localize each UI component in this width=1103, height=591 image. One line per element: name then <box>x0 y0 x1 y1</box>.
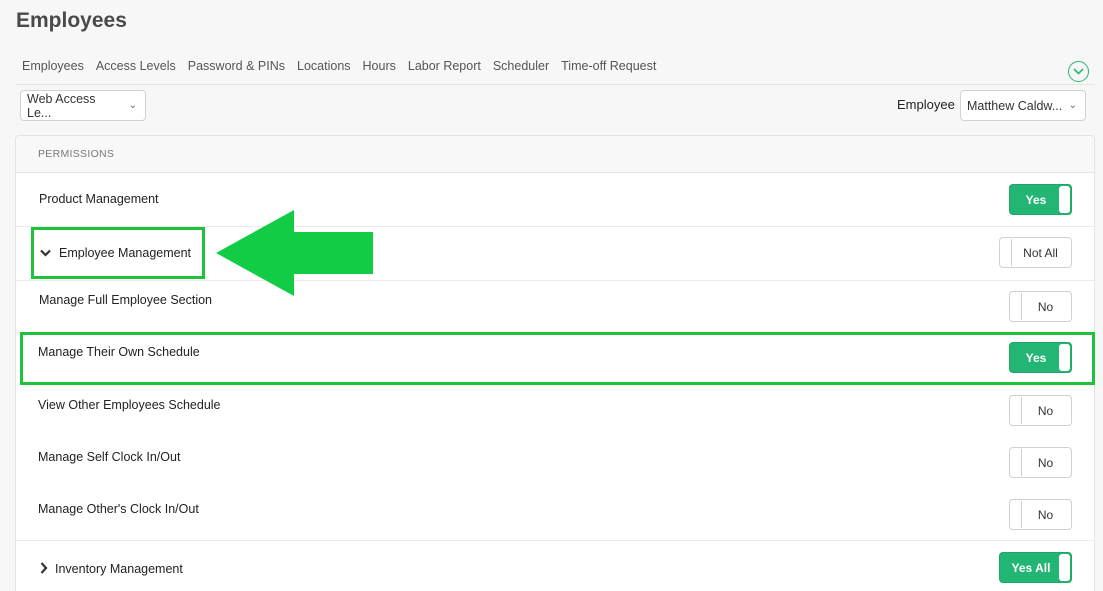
permission-row-manage-others-clock: Manage Other's Clock In/Out No <box>16 489 1094 541</box>
toggle-text: No <box>1037 404 1054 418</box>
tabs-divider <box>16 84 1095 85</box>
tab-access-levels[interactable]: Access Levels <box>96 59 176 73</box>
permissions-header: PERMISSIONS <box>16 136 1094 173</box>
permission-label: View Other Employees Schedule <box>38 398 221 412</box>
access-level-select[interactable]: Web Access Le... ⌄ <box>20 90 146 121</box>
manage-full-employee-section-toggle[interactable]: No <box>1009 291 1072 322</box>
permission-row-manage-full-employee-section: Manage Full Employee Section No <box>16 281 1094 333</box>
toggle-text: Yes All <box>1011 561 1051 575</box>
chevron-right-icon <box>40 562 48 574</box>
own-schedule-highlight <box>20 332 1095 385</box>
view-other-employees-schedule-toggle[interactable]: No <box>1009 395 1072 426</box>
permission-label: Manage Full Employee Section <box>39 293 213 307</box>
arrow-left-icon <box>216 210 373 296</box>
toggle-text: Yes <box>1025 193 1047 207</box>
tab-employees[interactable]: Employees <box>22 59 84 73</box>
employee-select[interactable]: Matthew Caldw... ⌄ <box>960 90 1086 121</box>
toggle-knob <box>1059 186 1070 213</box>
tab-scheduler[interactable]: Scheduler <box>493 59 549 73</box>
employee-management-highlight <box>31 227 205 279</box>
toggle-text: Not All <box>1023 246 1058 260</box>
toggle-text: No <box>1037 508 1054 522</box>
permission-row-view-other-employees-schedule: View Other Employees Schedule No <box>16 385 1094 437</box>
tab-labor-report[interactable]: Labor Report <box>408 59 481 73</box>
toggle-text: No <box>1037 456 1054 470</box>
nav-tabs: Employees Access Levels Password & PINs … <box>22 59 656 73</box>
toggle-knob <box>1059 554 1070 581</box>
permission-label: Product Management <box>39 192 159 206</box>
chevron-down-icon: ⌄ <box>128 100 137 111</box>
page-title: Employees <box>16 9 127 32</box>
toggle-text: No <box>1037 300 1054 314</box>
tab-hours[interactable]: Hours <box>363 59 396 73</box>
access-level-value: Web Access Le... <box>27 91 96 120</box>
chevron-down-icon: ⌄ <box>1068 100 1077 111</box>
permission-label: Manage Other's Clock In/Out <box>38 502 199 516</box>
employee-value: Matthew Caldw... <box>967 98 1063 113</box>
tab-time-off-request[interactable]: Time-off Request <box>561 59 656 73</box>
chevron-down-icon <box>1073 68 1084 75</box>
product-management-toggle[interactable]: Yes <box>1009 184 1072 215</box>
permissions-header-label: PERMISSIONS <box>38 148 115 160</box>
tab-locations[interactable]: Locations <box>297 59 351 73</box>
collapse-button[interactable] <box>1068 61 1089 82</box>
inventory-management-toggle[interactable]: Yes All <box>999 552 1072 583</box>
employee-management-toggle[interactable]: Not All <box>999 237 1072 268</box>
permission-label: Inventory Management <box>55 562 183 576</box>
permission-row-inventory-management[interactable]: Inventory Management Yes All <box>16 541 1094 591</box>
employee-label: Employee <box>897 97 955 112</box>
permission-label: Manage Self Clock In/Out <box>38 450 181 464</box>
manage-others-clock-toggle[interactable]: No <box>1009 499 1072 530</box>
permission-row-product-management: Product Management Yes <box>16 173 1094 227</box>
permission-row-manage-self-clock: Manage Self Clock In/Out No <box>16 437 1094 489</box>
tab-password-pins[interactable]: Password & PINs <box>188 59 285 73</box>
manage-self-clock-toggle[interactable]: No <box>1009 447 1072 478</box>
